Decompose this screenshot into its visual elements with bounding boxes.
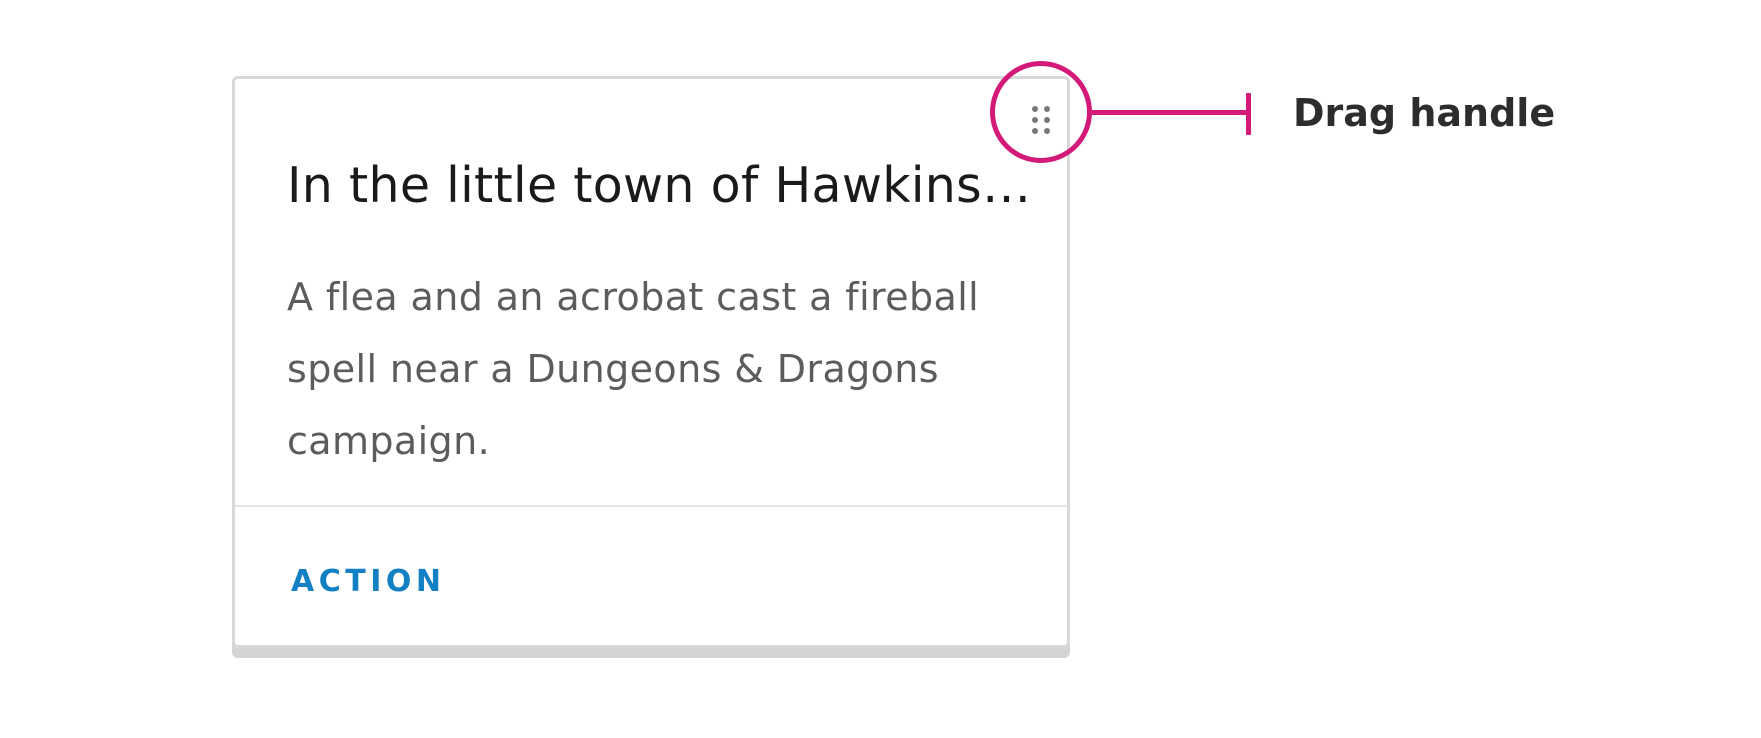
callout-tick [1246,93,1251,135]
callout-label: Drag handle [1293,91,1556,135]
callout-line [1092,110,1251,115]
card: In the little town of Hawkins… A flea an… [232,76,1070,648]
card-title: In the little town of Hawkins… [287,157,1032,214]
card-body-text: A flea and an acrobat cast a fireball sp… [287,275,980,463]
action-button[interactable]: ACTION [291,567,445,597]
card-divider [235,505,1067,507]
callout-circle [990,61,1092,163]
